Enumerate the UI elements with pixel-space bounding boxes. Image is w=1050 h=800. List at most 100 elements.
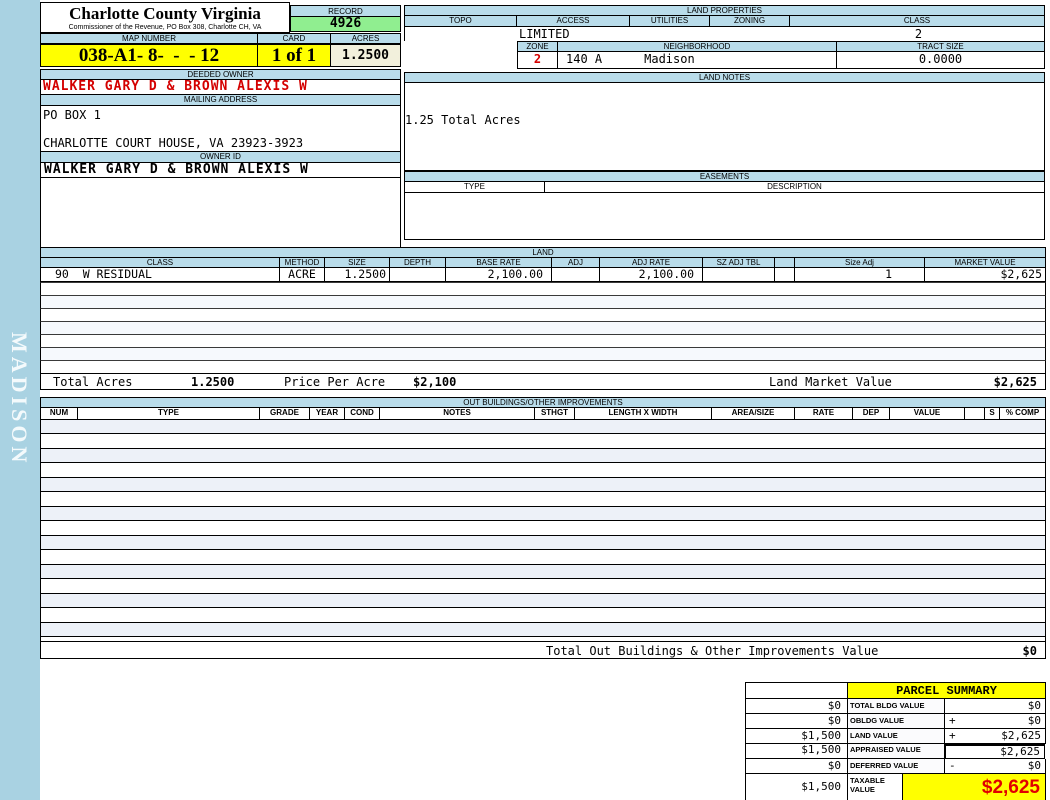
card-value: 1 of 1 [258,44,331,67]
ps-amount: $2,625 [1000,745,1040,758]
tract-size-value: 0.0000 [837,52,1045,69]
map-number-label: MAP NUMBER [40,33,258,44]
ps-amount: $0 [1027,699,1041,712]
col-adj: ADJ [552,258,600,268]
ps-label-deferred: DEFERRED VALUE [848,759,945,774]
ob-col-grade: GRADE [260,408,310,420]
map-number-value: 038-A1- 8- - - 12 [40,44,258,67]
land-table: LAND CLASS METHOD SIZE DEPTH BASE RATE A… [40,247,1046,390]
ps-value-obldg: + $0 [945,714,1046,729]
out-buildings-empty-rows [40,420,1046,641]
class-label: CLASS [790,16,1045,27]
ob-col-num: NUM [40,408,78,420]
total-acres-value: 1.2500 [191,375,235,389]
land-notes-title: LAND NOTES [404,72,1045,83]
ps-label-total-bldg: TOTAL BLDG VALUE [848,699,945,714]
land-note-text: 1.25 Total Acres [405,113,521,127]
zoning-label: ZONING [710,16,790,27]
ob-col-dep: DEP [853,408,890,420]
land-table-empty-row [40,360,1046,373]
property-record-card: MADISON Charlotte County Virginia Commis… [0,0,1050,800]
land-market-value-total: $2,625 [993,375,1037,389]
ps-label-taxable-line2: VALUE [850,785,875,794]
easements-empty-box [404,193,1045,240]
neighborhood-name: Madison [644,52,695,66]
land-adj-value [552,268,600,282]
land-method-value: ACRE [280,268,325,282]
commissioner-line: Commissioner of the Revenue, PO Box 308,… [68,24,262,31]
land-properties-values: LIMITED 2 [404,27,1045,41]
col-size: SIZE [325,258,390,268]
land-notes-block: LAND NOTES 1.25 Total Acres [404,72,1045,171]
easements-title: EASEMENTS [404,171,1045,182]
mailing-address-line2: CHARLOTTE COURT HOUSE, VA 23923-3923 [43,136,304,150]
land-notes-box: 1.25 Total Acres [404,83,1045,171]
ps-value-appraised: $2,625 [944,744,1045,759]
district-strip: MADISON [0,0,40,800]
land-size-adj-value: 1 [795,268,925,282]
ps-prior-appraised: $1,500 [745,744,848,759]
county-title: Charlotte County Virginia [69,4,261,23]
out-buildings-total-value: $0 [1022,644,1037,658]
ps-prior-deferred: $0 [745,759,848,774]
ps-sign: - [949,759,956,772]
ps-value-total-bldg: $0 [945,699,1046,714]
record-value: 4926 [290,17,401,32]
ob-col-cond: COND [345,408,380,420]
ps-label-land: LAND VALUE [848,729,945,744]
land-market-value-cell: $2,625 [925,268,1046,282]
neighborhood-label: NEIGHBORHOOD [558,41,837,52]
land-table-empty-row [40,321,1046,334]
col-sz-adj-tbl: SZ ADJ TBL [703,258,775,268]
land-properties-block: LAND PROPERTIES TOPO ACCESS UTILITIES ZO… [404,5,1045,69]
ps-value-deferred: - $0 [945,759,1046,774]
land-table-empty-row [40,295,1046,308]
mailing-address: PO BOX 1 CHARLOTTE COURT HOUSE, VA 23923… [40,106,401,152]
ps-prior-taxable: $1,500 [745,774,848,800]
ps-value-land: + $2,625 [945,729,1046,744]
ob-col-s: S [985,408,1000,420]
land-table-row: 90 W RESIDUAL ACRE 1.2500 2,100.00 2,100… [40,268,1046,282]
col-base-rate: BASE RATE [446,258,552,268]
out-buildings-table: OUT BUILDINGS/OTHER IMPROVEMENTS NUM TYP… [40,397,1046,659]
land-blank-value [775,268,795,282]
topo-label: TOPO [404,16,517,27]
owner-id-value: WALKER GARY D & BROWN ALEXIS W [40,163,401,178]
land-table-empty-row [40,347,1046,360]
ob-col-notes: NOTES [380,408,535,420]
acres-value: 1.2500 [331,44,401,67]
ob-col-blank [965,408,985,420]
ps-label-taxable-line1: TAXABLE [850,776,885,785]
out-buildings-title: OUT BUILDINGS/OTHER IMPROVEMENTS [40,397,1046,408]
land-size-value: 1.2500 [325,268,390,282]
ps-label-obldg: OBLDG VALUE [848,714,945,729]
ob-col-sthgt: STHGT [535,408,575,420]
col-blank [775,258,795,268]
class-value: 2 [914,27,923,41]
ob-col-length-width: LENGTH X WIDTH [575,408,712,420]
out-buildings-total-label: Total Out Buildings & Other Improvements… [546,644,879,658]
col-depth: DEPTH [390,258,446,268]
land-depth-value [390,268,446,282]
land-sz-adj-tbl-value [703,268,775,282]
col-market-value: MARKET VALUE [925,258,1046,268]
ps-amount: $0 [1027,714,1041,727]
land-adj-rate-value: 2,100.00 [600,268,703,282]
easements-block: EASEMENTS TYPE DESCRIPTION [404,171,1045,240]
ob-col-pct-comp: % COMP [1000,408,1046,420]
land-table-title: LAND [40,247,1046,258]
land-totals-row: Total Acres 1.2500 Price Per Acre $2,100… [40,373,1046,390]
ps-taxable-value: $2,625 [903,774,1046,800]
ps-prior-land: $1,500 [745,729,848,744]
easement-type-label: TYPE [404,182,545,193]
ob-col-area-size: AREA/SIZE [712,408,795,420]
ob-col-year: YEAR [310,408,345,420]
mailing-address-line1: PO BOX 1 [43,108,101,122]
ps-sign: + [949,729,956,742]
parcel-summary: PARCEL SUMMARY $0 TOTAL BLDG VALUE $0 $0… [745,682,1046,800]
col-method: METHOD [280,258,325,268]
col-class: CLASS [40,258,280,268]
parcel-summary-title: PARCEL SUMMARY [848,682,1046,699]
land-empty-rows [40,282,1046,373]
deeded-owner-value: WALKER GARY D & BROWN ALEXIS W [40,80,401,95]
